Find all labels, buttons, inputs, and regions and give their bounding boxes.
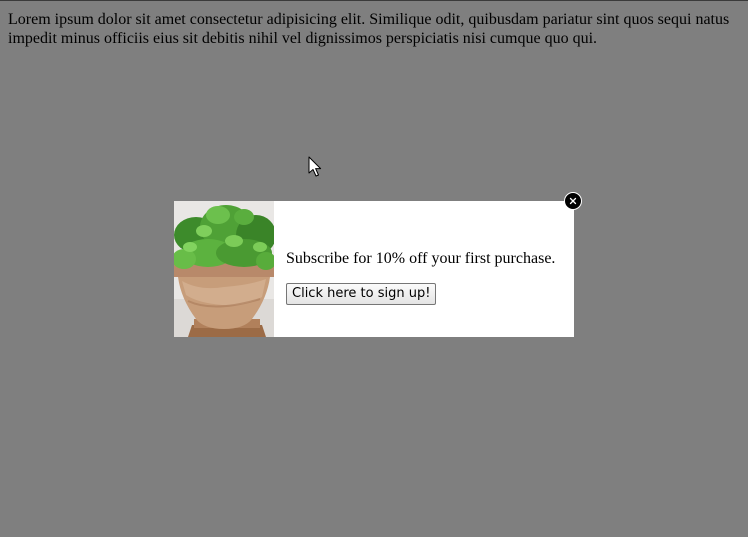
subscribe-modal: Subscribe for 10% off your first purchas… xyxy=(174,201,574,337)
close-icon xyxy=(569,197,577,205)
subscribe-message: Subscribe for 10% off your first purchas… xyxy=(286,250,556,267)
plant-photo-icon xyxy=(174,201,274,337)
sign-up-button[interactable]: Click here to sign up! xyxy=(286,283,437,305)
close-modal-button[interactable] xyxy=(564,192,582,210)
mouse-cursor-icon xyxy=(308,156,322,177)
potted-plant-image xyxy=(174,201,274,337)
window-top-border xyxy=(0,0,748,1)
